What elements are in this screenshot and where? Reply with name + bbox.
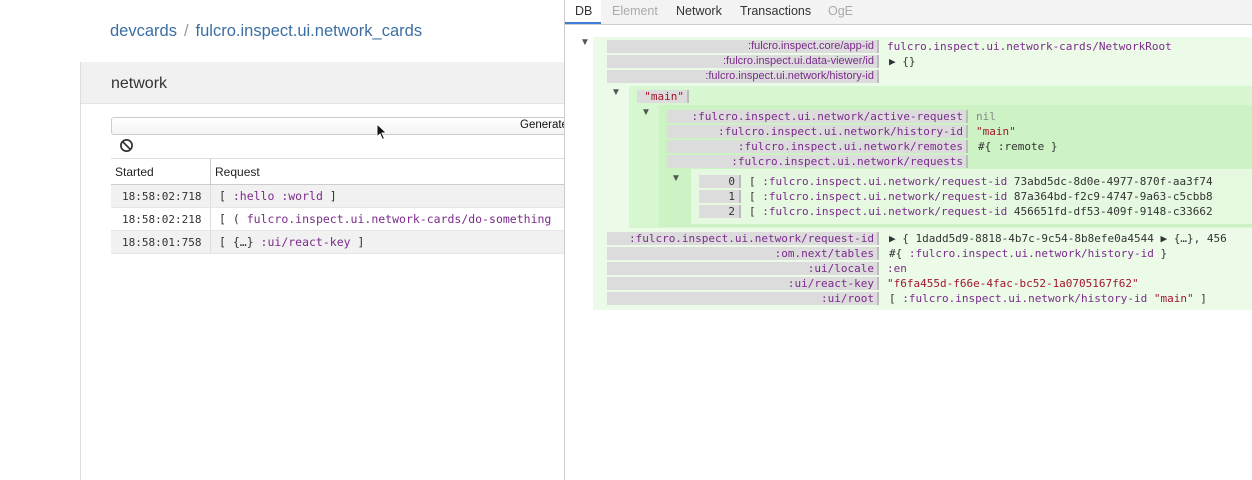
breadcrumb-separator: /	[183, 22, 189, 40]
generate-button[interactable]: Generate	[111, 117, 565, 135]
db-key: :om.next/tables	[607, 247, 879, 260]
db-key: :fulcro.inspect.ui.network/active-reques…	[667, 110, 968, 123]
request-table: Started Request 18:58:02:718 [ :hello :wo…	[111, 158, 565, 254]
table-row[interactable]: 18:58:02:718 [ :hello :world ]	[111, 185, 565, 208]
network-card: network Generate Started Request 18:58:0…	[80, 62, 565, 480]
db-value: "f6fa455d-f66e-4fac-bc52-1a0705167f62"	[887, 277, 1139, 290]
inspector-tabs: DB Element Network Transactions OgE	[565, 0, 1252, 25]
request-started-time: 18:58:02:718	[122, 190, 202, 203]
db-value: :en	[887, 262, 907, 275]
table-body: 18:58:02:718 [ :hello :world ] 18:58:02:21…	[111, 185, 565, 254]
db-key: :fulcro.inspect.ui.data-viewer/id	[607, 55, 879, 68]
tab-element[interactable]: Element	[612, 4, 658, 18]
db-value: "main"	[976, 125, 1016, 138]
card-header: network	[81, 62, 565, 104]
tab-network[interactable]: Network	[676, 4, 722, 18]
db-value: fulcro.inspect.ui.network-cards/NetworkR…	[887, 40, 1172, 53]
request-summary: [ {…} :ui/react-key ]	[219, 235, 365, 249]
header-request: Request	[215, 165, 260, 179]
breadcrumb-namespace-link[interactable]: fulcro.inspect.ui.network_cards	[196, 22, 423, 40]
request-summary: [ ( fulcro.inspect.ui.network-cards/do-s…	[219, 212, 552, 226]
request-ref: [ :fulcro.inspect.ui.network/request-id …	[749, 175, 1213, 188]
fulcro-inspector: DB Element Network Transactions OgE ▼ :f…	[564, 0, 1252, 480]
devcards-pane: devcards / fulcro.inspect.ui.network_cards…	[0, 0, 565, 480]
request-ref: [ :fulcro.inspect.ui.network/request-id …	[749, 205, 1213, 218]
db-value: nil	[976, 110, 996, 123]
db-value-expandable[interactable]: ▶ {}	[889, 55, 916, 68]
collapse-root-triangle-icon[interactable]: ▼	[580, 37, 590, 48]
request-index: 1	[699, 190, 741, 203]
db-key: :fulcro.inspect.ui.network/requests	[667, 155, 968, 168]
request-summary: [ :hello :world ]	[219, 189, 337, 203]
db-key: :ui/locale	[607, 262, 879, 275]
db-key: :ui/root	[607, 292, 879, 305]
db-tree: :fulcro.inspect.core/app-id fulcro.inspe…	[593, 37, 1252, 310]
db-value: [ :fulcro.inspect.ui.network/history-id …	[889, 292, 1207, 305]
breadcrumb-devcards-link[interactable]: devcards	[110, 22, 177, 40]
request-started-time: 18:58:01:758	[122, 236, 202, 249]
generate-label: Generate	[520, 119, 565, 131]
db-key: :ui/react-key	[607, 277, 879, 290]
table-header: Started Request	[111, 158, 565, 185]
tab-db[interactable]: DB	[575, 4, 592, 18]
table-row[interactable]: 18:58:01:758 [ {…} :ui/react-key ]	[111, 231, 565, 254]
collapse-main-triangle-icon[interactable]: ▼	[641, 107, 651, 118]
db-value: #{ :remote }	[978, 140, 1058, 153]
db-value-expandable[interactable]: ▶ { 1dadd5d9-8818-4b7c-9c54-8b8efe0a4544…	[889, 232, 1227, 245]
card-title: network	[111, 75, 168, 92]
request-ref: [ :fulcro.inspect.ui.network/request-id …	[749, 190, 1213, 203]
collapse-history-triangle-icon[interactable]: ▼	[611, 87, 621, 98]
request-index: 2	[699, 205, 741, 218]
tab-transactions[interactable]: Transactions	[740, 4, 811, 18]
db-key: :fulcro.inspect.ui.network/request-id	[607, 232, 879, 245]
db-key: :fulcro.inspect.core/app-id	[607, 40, 879, 53]
db-key: :fulcro.inspect.ui.network/history-id	[667, 125, 968, 138]
header-started: Started	[115, 165, 154, 179]
clear-icon[interactable]	[119, 138, 134, 153]
table-row[interactable]: 18:58:02:218 [ ( fulcro.inspect.ui.networ…	[111, 208, 565, 231]
db-key: :fulcro.inspect.ui.network/remotes	[667, 140, 968, 153]
breadcrumb: devcards / fulcro.inspect.ui.network_cards	[110, 22, 422, 41]
request-index: 0	[699, 175, 741, 188]
tab-oge[interactable]: OgE	[828, 4, 853, 18]
request-started-time: 18:58:02:218	[122, 213, 202, 226]
collapse-requests-triangle-icon[interactable]: ▼	[671, 173, 681, 184]
db-value: #{ :fulcro.inspect.ui.network/history-id…	[889, 247, 1168, 260]
history-key: "main"	[637, 90, 689, 103]
mouse-cursor-icon	[376, 123, 388, 141]
db-key: :fulcro.inspect.ui.network/history-id	[607, 70, 879, 83]
